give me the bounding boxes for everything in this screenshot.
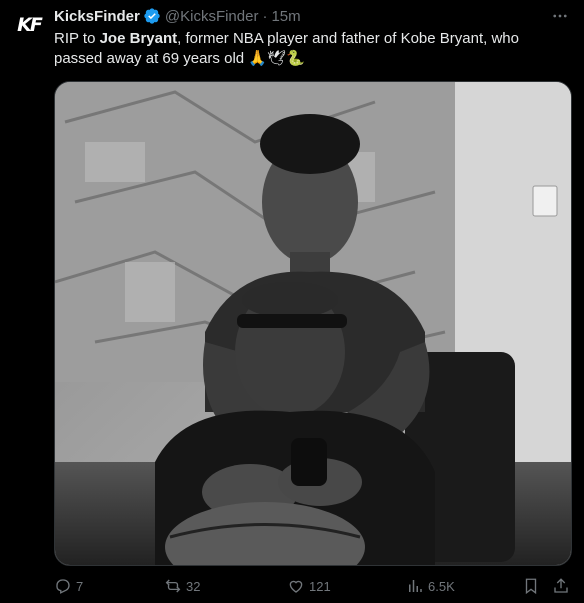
tweet-header: KicksFinder @KicksFinder · 15m [54,6,301,26]
author-handle[interactable]: @KicksFinder [165,8,259,25]
action-bar: 7 32 121 6.5K [54,574,570,598]
avatar-logo: KF [17,14,43,36]
views-count: 6.5K [428,578,455,594]
like-icon [289,580,303,593]
share-icon [554,578,568,593]
more-icon[interactable] [550,6,570,26]
bookmark-icon [525,578,537,595]
views-button[interactable]: 6.5K [406,574,455,598]
separator-dot: · [262,7,268,25]
tweet-photo[interactable] [54,81,572,566]
text-prefix: RIP to [54,30,100,47]
mention-name: Joe Bryant [99,30,178,47]
reply-count: 7 [76,578,84,594]
avatar[interactable]: KF [12,8,46,42]
repost-button[interactable]: 32 [164,574,200,598]
repost-count: 32 [186,578,201,594]
views-icon [409,580,422,592]
bookmark-button[interactable] [522,574,540,598]
like-button[interactable]: 121 [287,574,331,598]
repost-icon [165,579,181,593]
timestamp[interactable]: 15m [271,8,300,25]
like-count: 121 [309,578,331,594]
reply-button[interactable]: 7 [54,574,83,598]
emoji: 🙏🕊🐍 [248,50,305,67]
share-button[interactable] [552,574,570,598]
photo-image [55,82,571,565]
author-name[interactable]: KicksFinder [54,8,140,25]
verified-badge-icon [143,7,161,25]
reply-icon [56,579,70,594]
tweet-text: RIP to Joe Bryant, former NBA player and… [54,29,564,69]
tweet[interactable]: KF KicksFinder @KicksFinder · 15m RIP to… [0,0,584,603]
